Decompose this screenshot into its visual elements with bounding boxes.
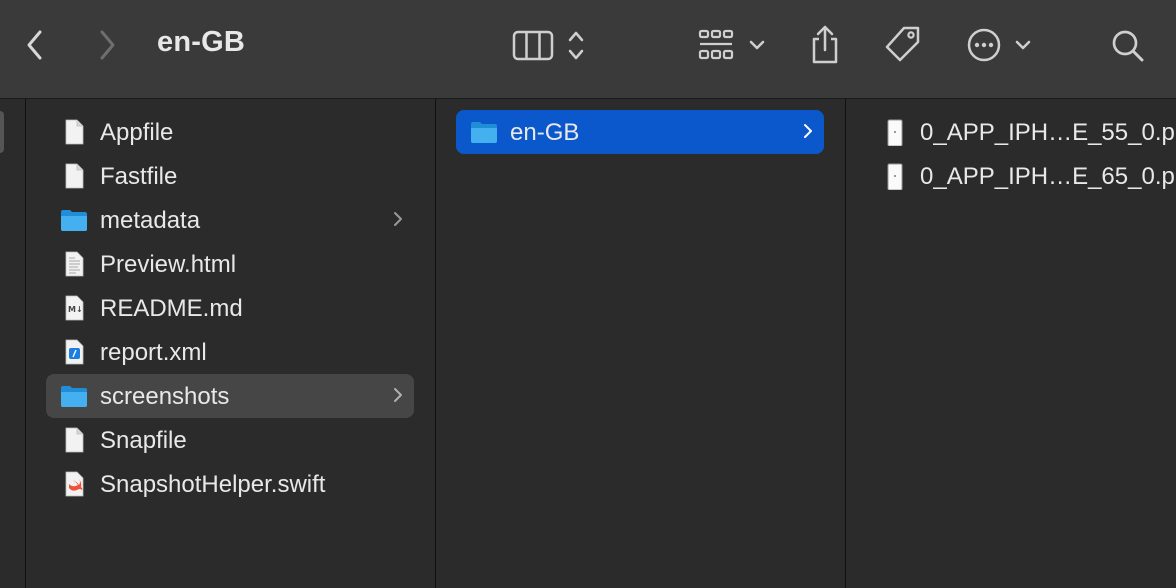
list-item-fastfile[interactable]: Fastfile bbox=[46, 154, 414, 198]
folder-icon bbox=[61, 210, 87, 231]
list-item-label: Preview.html bbox=[100, 251, 237, 278]
list-item-png-55[interactable]: 0_APP_IPH…E_55_0.pn bbox=[866, 110, 1176, 154]
list-item-label: Fastfile bbox=[100, 163, 178, 190]
list-item-label: Snapfile bbox=[100, 427, 187, 454]
list-item-label: report.xml bbox=[100, 339, 207, 366]
more-actions-button[interactable] bbox=[962, 24, 1038, 66]
window-title: en-GB bbox=[157, 26, 245, 58]
magnifying-glass-icon bbox=[1112, 30, 1144, 62]
chevron-left-icon bbox=[27, 30, 42, 60]
list-item-metadata[interactable]: metadata bbox=[46, 198, 414, 242]
column-view-icon bbox=[512, 30, 584, 61]
view-mode-button[interactable] bbox=[508, 24, 592, 66]
list-item-label: SnapshotHelper.swift bbox=[100, 471, 326, 498]
image-file-icon bbox=[887, 119, 903, 146]
image-file-icon bbox=[887, 163, 903, 190]
ellipsis-circle-icon bbox=[967, 28, 1031, 62]
list-item-screenshots[interactable]: screenshots bbox=[46, 374, 414, 418]
list-item-label: 0_APP_IPH…E_55_0.pn bbox=[920, 119, 1176, 146]
list-item-report-xml[interactable]: report.xml bbox=[46, 330, 414, 374]
list-item-snapfile[interactable]: Snapfile bbox=[46, 418, 414, 462]
list-item-label: en-GB bbox=[510, 119, 580, 146]
document-icon bbox=[65, 119, 84, 145]
list-item-appfile[interactable]: Appfile bbox=[46, 110, 414, 154]
list-item-en-gb[interactable]: en-GB bbox=[456, 110, 824, 154]
chevron-right-icon bbox=[394, 388, 402, 402]
markdown-document-icon: M↓ bbox=[65, 295, 84, 321]
column-1: Appfile Fastfile metadata Preview.html M… bbox=[26, 99, 435, 588]
html-document-icon bbox=[65, 251, 84, 277]
tag-button[interactable] bbox=[878, 22, 926, 68]
share-button[interactable] bbox=[804, 22, 846, 68]
list-item-label: screenshots bbox=[100, 383, 230, 410]
previous-column-selection[interactable] bbox=[0, 111, 4, 153]
column-0[interactable] bbox=[0, 99, 25, 588]
toolbar: en-GB bbox=[0, 0, 1176, 99]
chevron-right-icon bbox=[100, 30, 115, 60]
xml-document-icon bbox=[65, 339, 84, 365]
back-button[interactable] bbox=[18, 26, 52, 64]
document-icon bbox=[65, 163, 84, 189]
group-button[interactable] bbox=[694, 24, 774, 66]
list-item-label: 0_APP_IPH…E_65_0.pn bbox=[920, 163, 1176, 190]
column-browser: Appfile Fastfile metadata Preview.html M… bbox=[0, 99, 1176, 588]
list-item-preview-html[interactable]: Preview.html bbox=[46, 242, 414, 286]
list-item-label: Appfile bbox=[100, 119, 174, 146]
tag-icon bbox=[885, 26, 920, 62]
swift-document-icon bbox=[65, 471, 84, 497]
grid-group-icon bbox=[698, 29, 765, 60]
chevron-right-icon bbox=[804, 124, 812, 138]
list-item-label: README.md bbox=[100, 295, 243, 322]
share-icon bbox=[812, 25, 838, 64]
document-icon bbox=[65, 427, 84, 453]
list-item-readme-md[interactable]: M↓ README.md bbox=[46, 286, 414, 330]
chevron-right-icon bbox=[394, 212, 402, 226]
forward-button[interactable] bbox=[90, 26, 124, 64]
list-item-snapshothelper-swift[interactable]: SnapshotHelper.swift bbox=[46, 462, 414, 506]
folder-icon bbox=[471, 122, 497, 143]
folder-icon bbox=[61, 386, 87, 407]
svg-text:M↓: M↓ bbox=[68, 305, 83, 314]
list-item-png-65[interactable]: 0_APP_IPH…E_65_0.pn bbox=[866, 154, 1176, 198]
column-3: 0_APP_IPH…E_55_0.pn 0_APP_IPH…E_65_0.pn bbox=[846, 99, 1176, 588]
list-item-label: metadata bbox=[100, 207, 201, 234]
column-2: en-GB bbox=[436, 99, 845, 588]
search-button[interactable] bbox=[1106, 24, 1150, 68]
